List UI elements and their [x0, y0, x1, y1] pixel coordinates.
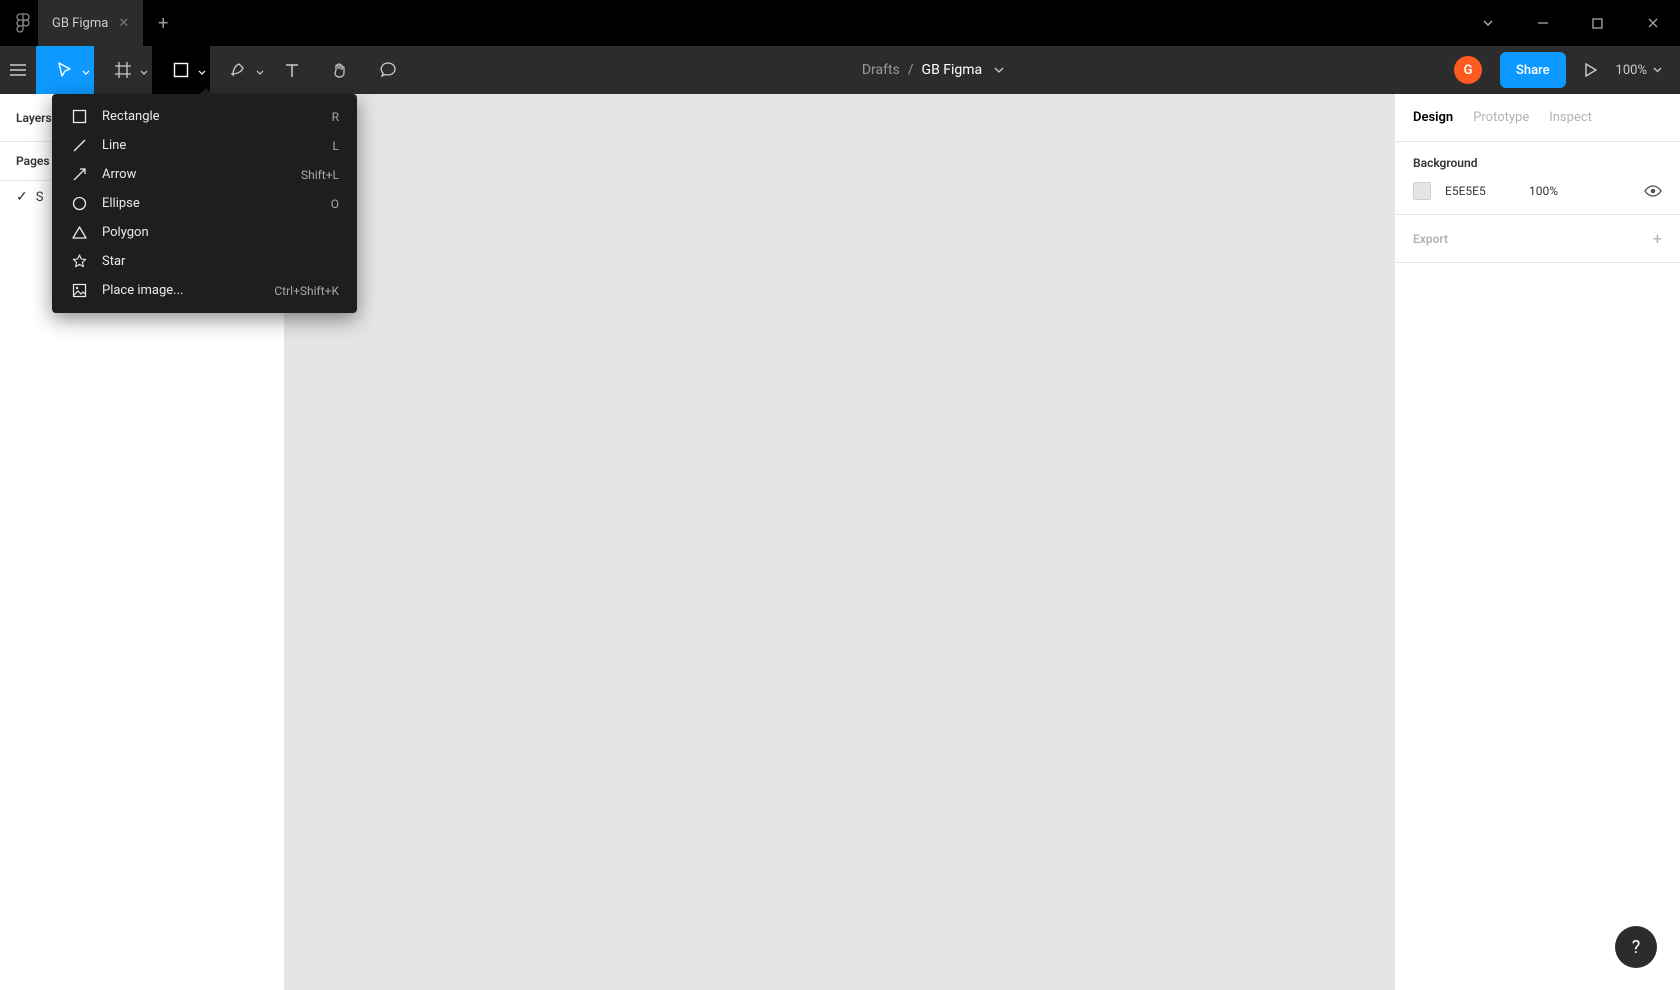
dropdown-item-arrow[interactable]: Arrow Shift+L: [52, 160, 357, 189]
caret-down-icon: [82, 70, 90, 76]
rectangle-icon: [70, 109, 88, 124]
frame-tool-button[interactable]: [94, 46, 152, 94]
comment-tool-button[interactable]: [364, 46, 412, 94]
prototype-tab[interactable]: Prototype: [1473, 110, 1529, 125]
zoom-value: 100%: [1616, 63, 1647, 78]
toolbar: Drafts / GB Figma G Share 100%: [0, 46, 1680, 94]
chevron-down-icon[interactable]: [994, 67, 1004, 74]
canvas[interactable]: [285, 94, 1394, 990]
background-title: Background: [1413, 156, 1662, 170]
layers-tab[interactable]: Layers: [16, 111, 52, 125]
dropdown-item-star[interactable]: Star: [52, 247, 357, 276]
zoom-control[interactable]: 100%: [1616, 63, 1662, 78]
shape-tool-button[interactable]: [152, 46, 210, 94]
chevron-down-icon[interactable]: [1460, 0, 1515, 46]
export-title: Export: [1413, 232, 1448, 246]
help-button[interactable]: ?: [1615, 926, 1657, 968]
breadcrumb-separator: /: [908, 62, 914, 78]
dropdown-item-rectangle[interactable]: Rectangle R: [52, 102, 357, 131]
window-minimize-button[interactable]: [1515, 0, 1570, 46]
close-tab-icon[interactable]: ✕: [118, 16, 129, 31]
text-tool-button[interactable]: [268, 46, 316, 94]
background-swatch[interactable]: [1413, 182, 1431, 200]
polygon-icon: [70, 225, 88, 240]
star-icon: [70, 254, 88, 269]
user-avatar[interactable]: G: [1454, 56, 1482, 84]
caret-down-icon: [256, 70, 264, 76]
new-tab-button[interactable]: +: [143, 13, 183, 34]
title-bar: GB Figma ✕ +: [0, 0, 1680, 46]
inspect-tab[interactable]: Inspect: [1549, 110, 1592, 125]
breadcrumb-file: GB Figma: [922, 62, 983, 78]
check-icon: ✓: [16, 189, 28, 205]
background-section: Background E5E5E5 100%: [1395, 142, 1680, 215]
visibility-toggle-icon[interactable]: [1644, 184, 1662, 198]
background-opacity-input[interactable]: 100%: [1529, 184, 1630, 198]
image-icon: [70, 283, 88, 298]
share-button[interactable]: Share: [1500, 52, 1566, 88]
window-close-button[interactable]: [1625, 0, 1680, 46]
add-export-icon[interactable]: +: [1653, 229, 1662, 248]
caret-down-icon: [198, 70, 206, 76]
right-panel: Design Prototype Inspect Background E5E5…: [1394, 94, 1680, 990]
figma-logo-icon[interactable]: [8, 13, 38, 33]
breadcrumb-folder: Drafts: [862, 62, 900, 78]
breadcrumb[interactable]: Drafts / GB Figma: [412, 62, 1454, 78]
design-tab[interactable]: Design: [1413, 110, 1453, 125]
line-icon: [70, 138, 88, 153]
export-section[interactable]: Export +: [1395, 215, 1680, 263]
move-tool-button[interactable]: [36, 46, 94, 94]
shape-tool-dropdown: Rectangle R Line L Arrow Shift+L Ellipse…: [52, 94, 357, 313]
background-hex-input[interactable]: E5E5E5: [1445, 184, 1515, 198]
file-tab[interactable]: GB Figma ✕: [38, 0, 143, 46]
dropdown-item-line[interactable]: Line L: [52, 131, 357, 160]
hand-tool-button[interactable]: [316, 46, 364, 94]
main-menu-button[interactable]: [0, 63, 36, 77]
arrow-icon: [70, 167, 88, 182]
present-button[interactable]: [1584, 62, 1598, 78]
ellipse-icon: [70, 196, 88, 211]
caret-down-icon: [140, 70, 148, 76]
dropdown-item-place-image[interactable]: Place image... Ctrl+Shift+K: [52, 276, 357, 305]
pen-tool-button[interactable]: [210, 46, 268, 94]
file-tab-label: GB Figma: [52, 16, 108, 31]
dropdown-item-polygon[interactable]: Polygon: [52, 218, 357, 247]
page-label: S: [36, 190, 44, 205]
dropdown-item-ellipse[interactable]: Ellipse O: [52, 189, 357, 218]
window-maximize-button[interactable]: [1570, 0, 1625, 46]
